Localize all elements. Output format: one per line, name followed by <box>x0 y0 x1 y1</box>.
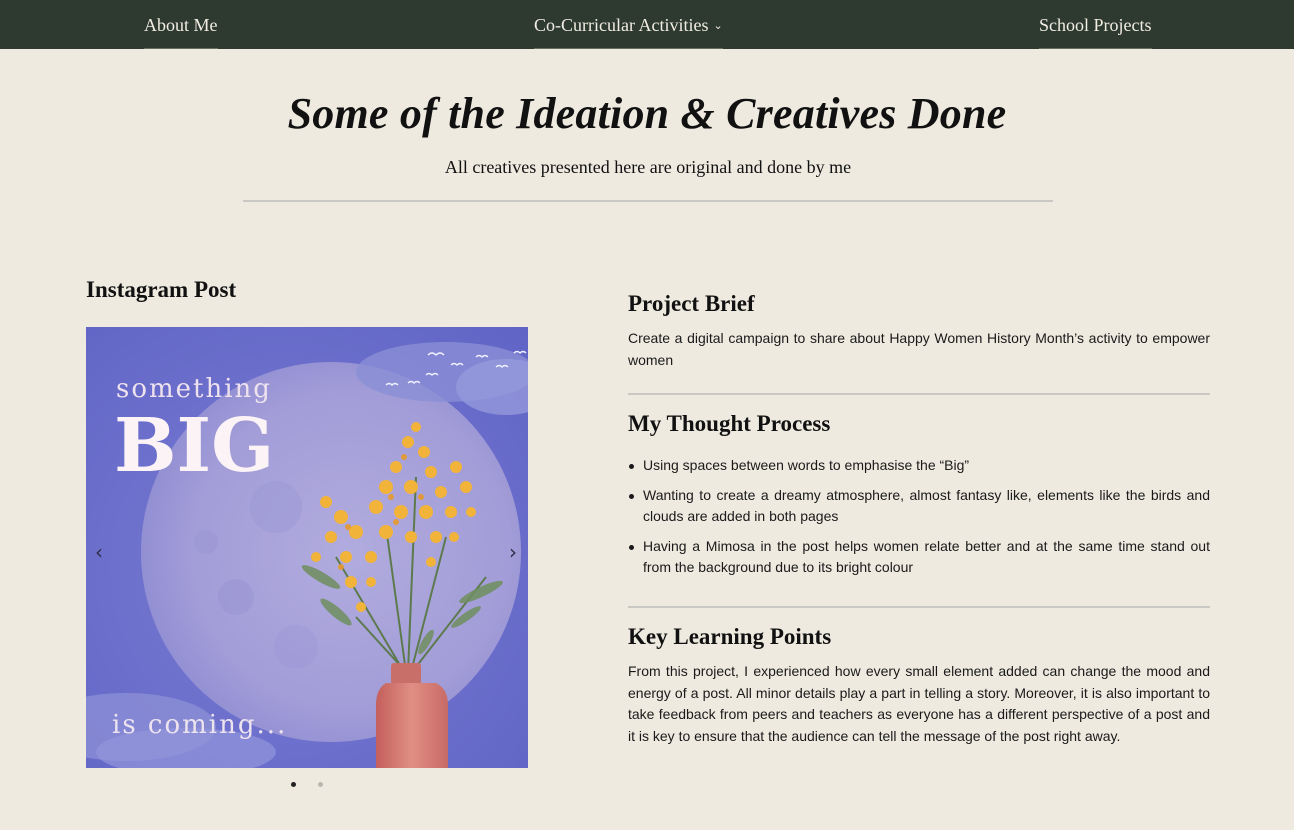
image-carousel[interactable]: something BIG is coming... <box>86 327 528 768</box>
thought-process-heading: My Thought Process <box>628 411 831 436</box>
project-brief-heading: Project Brief <box>628 291 755 316</box>
carousel-next-icon[interactable]: › <box>509 540 517 564</box>
slide-text-something: something <box>116 374 272 404</box>
section-divider <box>628 393 1210 395</box>
top-nav: About Me Co-Curricular Activities ⌄ Schoo… <box>0 0 1294 49</box>
section-divider <box>628 606 1210 608</box>
header-divider <box>243 200 1053 202</box>
page-title: Some of the Ideation & Creatives Done <box>287 89 1007 138</box>
instagram-post-image: something BIG is coming... <box>86 327 528 768</box>
carousel-pagination <box>287 782 327 790</box>
slide-text-big: BIG <box>114 403 274 489</box>
page-subtitle: All creatives presented here are origina… <box>444 157 852 177</box>
chevron-down-icon: ⌄ <box>713 20 723 32</box>
carousel-dot-1[interactable] <box>291 782 296 787</box>
project-brief-text: Create a digital campaign to share about… <box>628 330 1210 368</box>
list-item: Wanting to create a dreamy atmosphere, a… <box>628 485 1210 528</box>
slide-text-coming: is coming... <box>112 710 287 740</box>
key-learning-heading: Key Learning Points <box>628 624 832 649</box>
nav-item-label: Co-Curricular Activities <box>534 15 709 35</box>
carousel-dot-2[interactable] <box>318 782 323 787</box>
key-learning-text: From this project, I experienced how eve… <box>628 663 1210 744</box>
list-item: Having a Mimosa in the post helps women … <box>628 536 1210 579</box>
nav-item-school-projects[interactable]: School Projects <box>1039 0 1152 49</box>
list-item: Using spaces between words to emphasise … <box>628 455 1210 477</box>
instagram-post-heading: Instagram Post <box>86 277 237 302</box>
nav-item-co-curricular-activities[interactable]: Co-Curricular Activities ⌄ <box>534 0 723 49</box>
thought-process-list: Using spaces between words to emphasise … <box>628 455 1210 587</box>
nav-item-about-me[interactable]: About Me <box>144 0 218 49</box>
carousel-prev-icon[interactable]: ‹ <box>95 540 103 564</box>
